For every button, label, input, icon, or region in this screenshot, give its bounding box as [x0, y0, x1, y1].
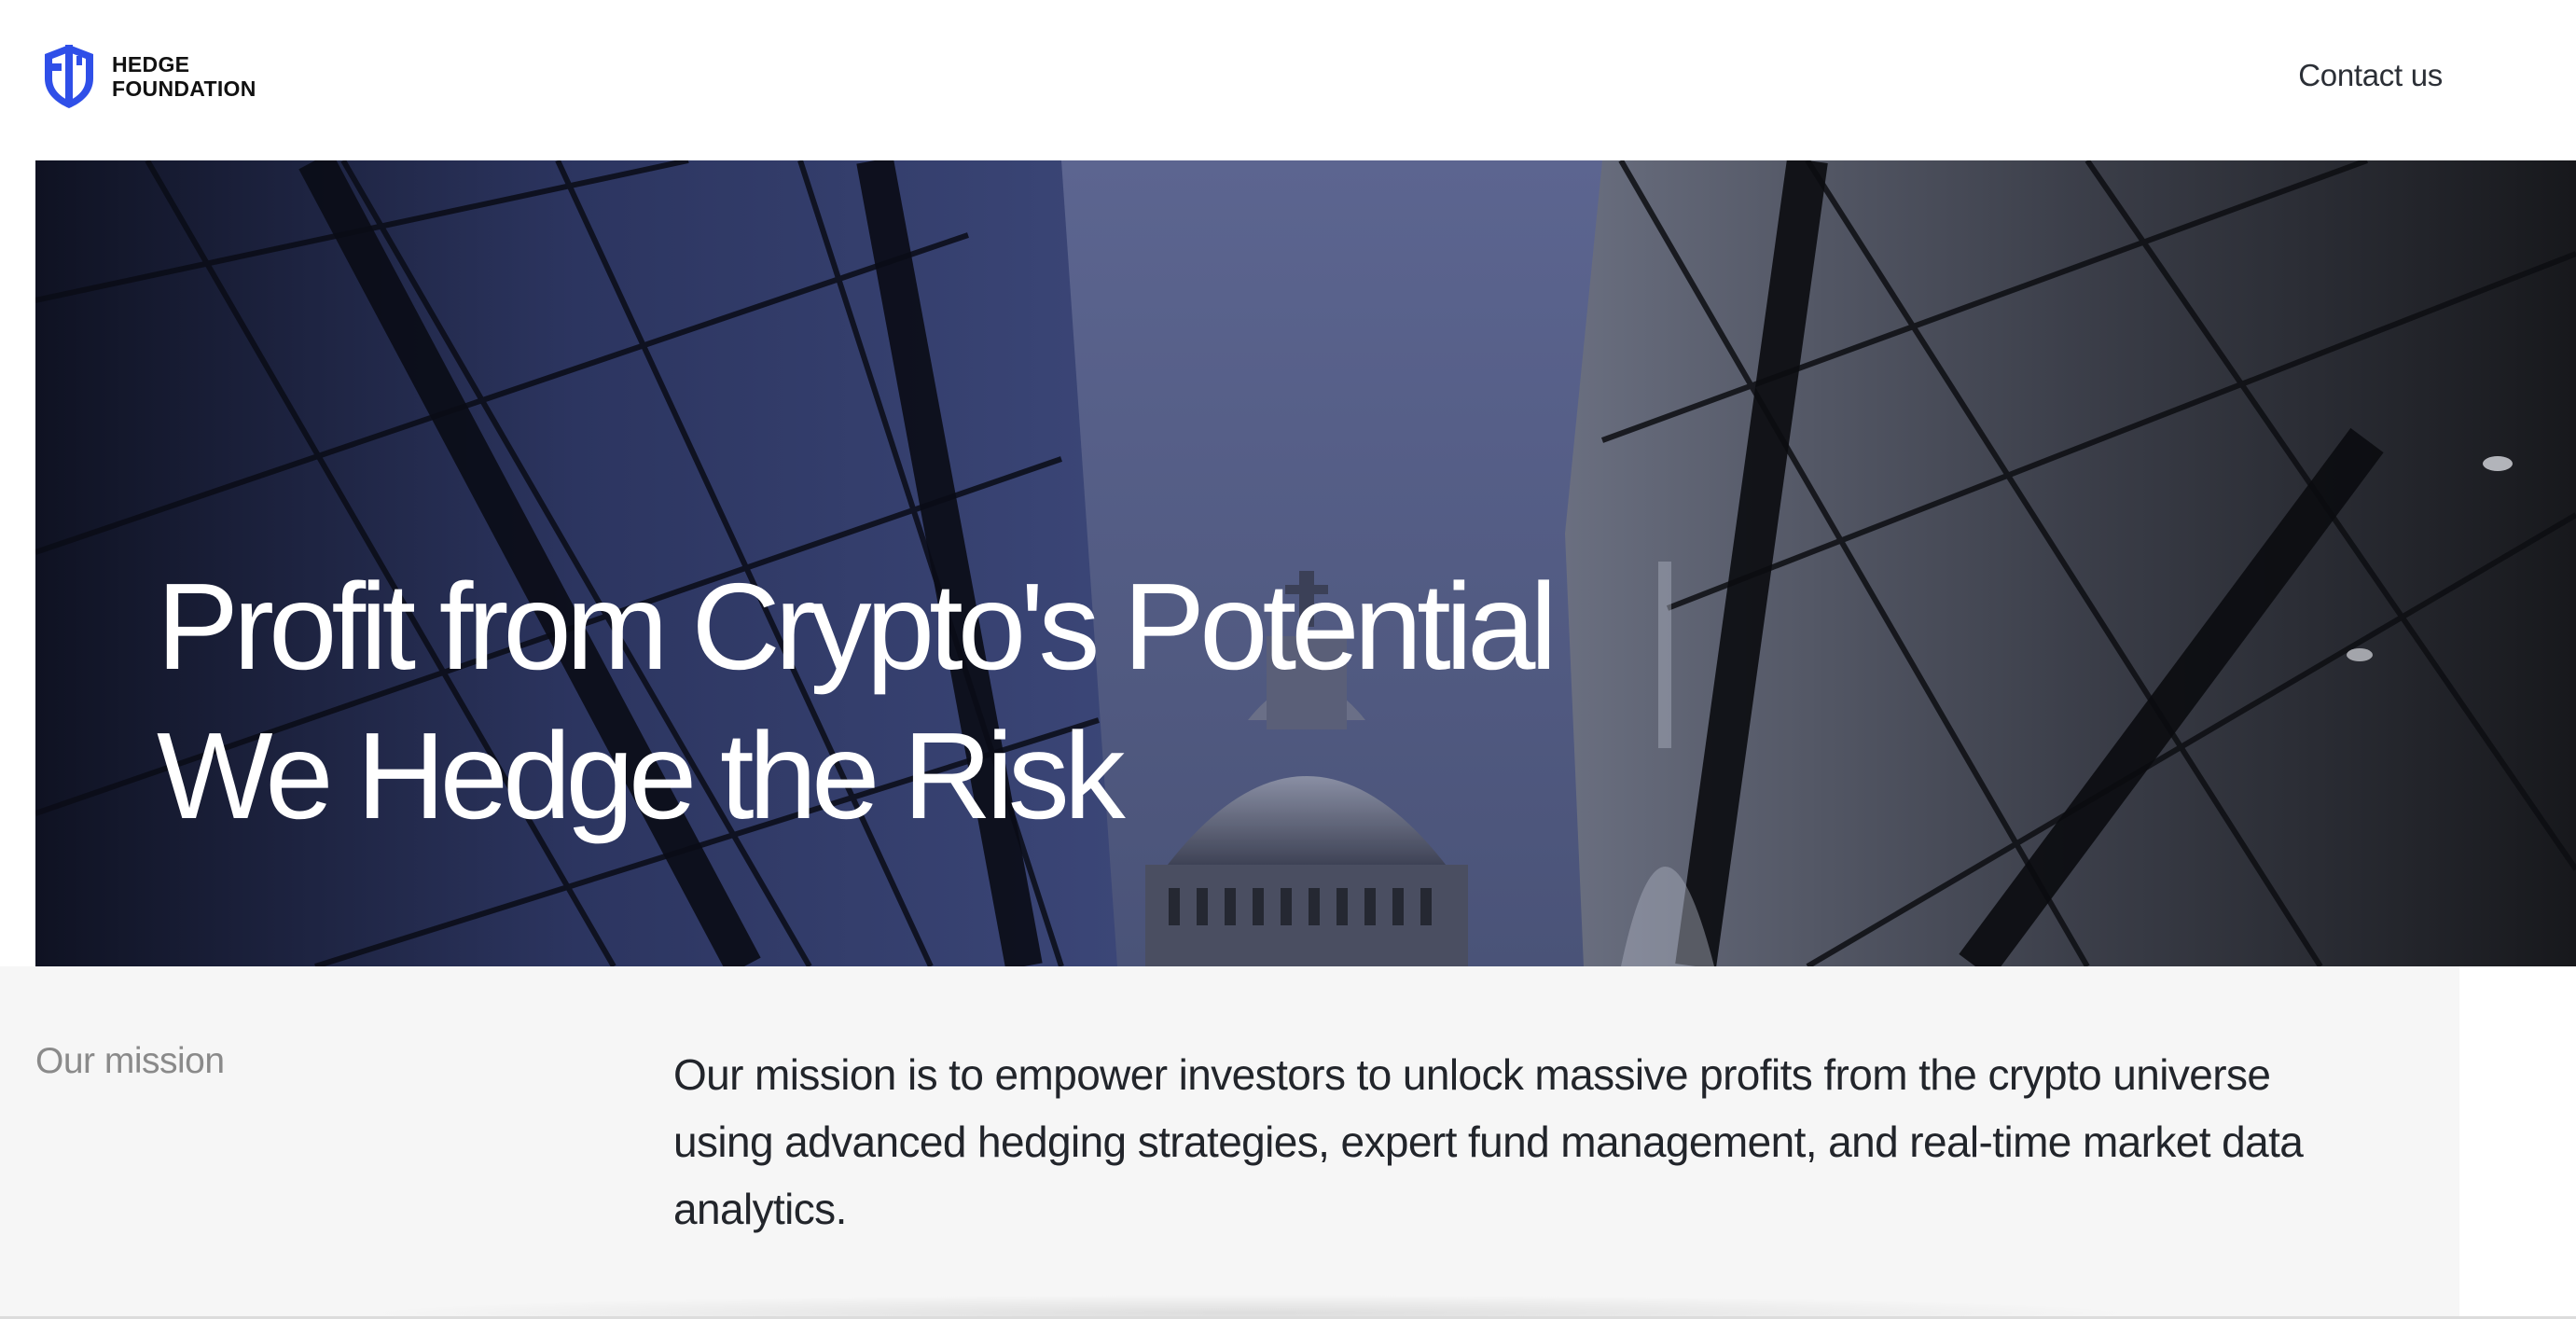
hero-banner: Profit from Crypto's Potential We Hedge … — [35, 160, 2576, 966]
logo-link[interactable]: HEDGE FOUNDATION — [41, 43, 256, 110]
shield-logo-icon — [45, 45, 93, 108]
site-header: HEDGE FOUNDATION Contact us — [0, 0, 2576, 160]
hero-headline: Profit from Crypto's Potential We Hedge … — [157, 552, 1558, 851]
logo-line-2: FOUNDATION — [112, 76, 256, 101]
hero-headline-line-1: Profit from Crypto's Potential — [157, 558, 1558, 695]
mission-statement: Our mission is to empower investors to u… — [673, 1050, 2304, 1233]
logo-line-1: HEDGE — [112, 52, 190, 76]
mission-section: Our mission Our mission is to empower in… — [0, 966, 2459, 1319]
hero-headline-line-2: We Hedge the Risk — [157, 707, 1126, 844]
logo-wordmark: HEDGE FOUNDATION — [112, 52, 256, 101]
contact-us-link[interactable]: Contact us — [2298, 58, 2443, 93]
page: HEDGE FOUNDATION Contact us Profit from … — [0, 0, 2576, 1319]
mission-label: Our mission — [35, 1041, 225, 1081]
